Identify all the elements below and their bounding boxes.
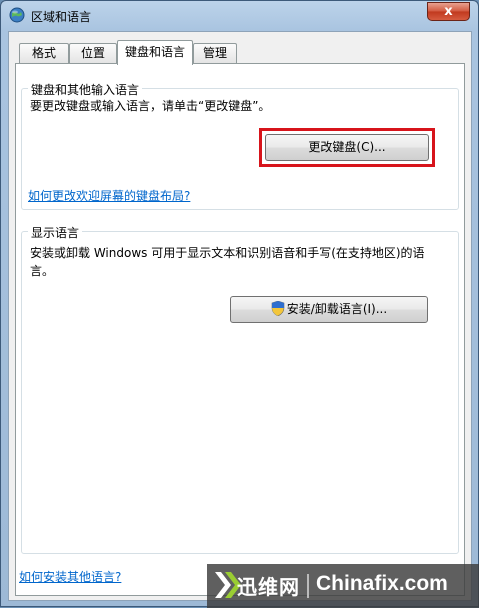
watermark-cn-text: 迅维网 [237,575,300,599]
install-uninstall-languages-button[interactable]: 安装/卸载语言(I)... [230,296,428,323]
tab-keyboards-languages[interactable]: 键盘和语言 [117,40,193,65]
tab-formats[interactable]: 格式 [19,43,69,63]
tab-panel-keyboards: 键盘和其他输入语言 要更改键盘或输入语言，请单击“更改键盘”。 更改键盘(C).… [15,63,465,596]
globe-icon [9,7,25,23]
install-other-languages-link[interactable]: 如何安装其他语言? [19,568,121,585]
watermark-en-text: Chinafix.com [316,572,448,595]
change-keyboards-button[interactable]: 更改键盘(C)... [265,134,429,161]
region-language-window: 区域和语言 x 格式 位置 键盘和语言 管理 键盘和其他输入语言 要更改键盘或输… [0,0,479,608]
display-language-description-line2: 言。 [30,264,55,278]
display-language-group-title: 显示语言 [28,224,83,241]
tab-administrative[interactable]: 管理 [193,43,237,63]
keyboard-group: 键盘和其他输入语言 要更改键盘或输入语言，请单击“更改键盘”。 更改键盘(C).… [21,81,459,210]
uac-shield-icon [271,301,285,316]
install-uninstall-languages-label: 安装/卸载语言(I)... [286,302,388,316]
keyboard-description: 要更改键盘或输入语言，请单击“更改键盘”。 [30,99,271,113]
chinafix-watermark: 迅维网 Chinafix.com [207,564,479,608]
title-bar[interactable]: 区域和语言 x [1,1,478,31]
window-title: 区域和语言 [31,10,92,24]
dialog-client-area: 格式 位置 键盘和语言 管理 键盘和其他输入语言 要更改键盘或输入语言，请单击“… [8,31,472,601]
welcome-screen-keyboard-link[interactable]: 如何更改欢迎屏幕的键盘布局? [28,187,190,204]
keyboard-group-title: 键盘和其他输入语言 [28,81,143,98]
display-language-description-line1: 安装或卸载 Windows 可用于显示文本和识别语音和手写(在支持地区)的语 [30,246,425,260]
close-button[interactable]: x [427,2,470,21]
display-language-group: 显示语言 安装或卸载 Windows 可用于显示文本和识别语音和手写(在支持地区… [21,224,459,554]
tab-location[interactable]: 位置 [69,43,117,63]
watermark-separator [307,574,309,598]
